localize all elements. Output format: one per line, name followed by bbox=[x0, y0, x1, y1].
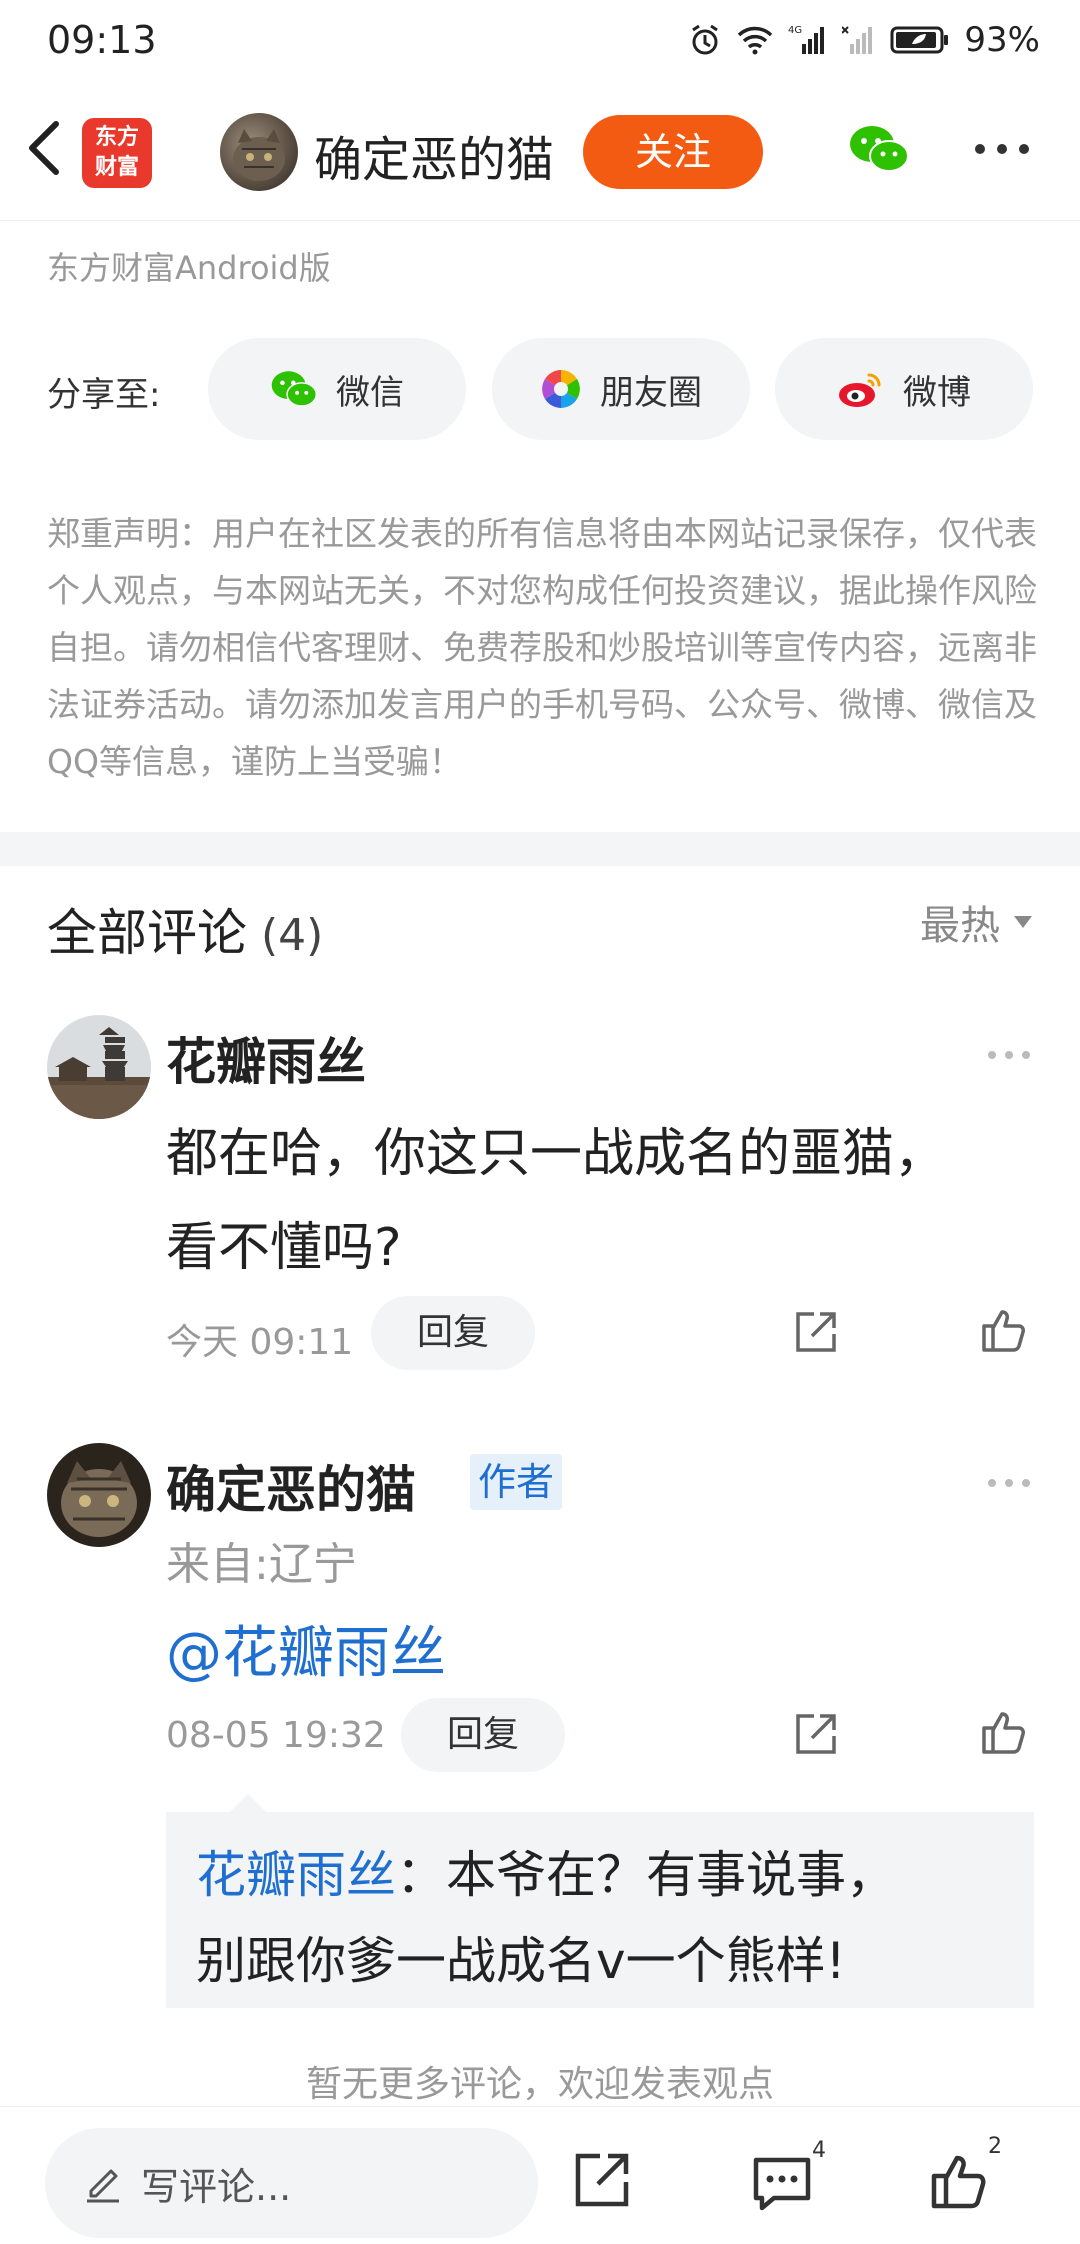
share-label: 分享至: bbox=[47, 375, 161, 415]
comment-count-badge: 4 bbox=[812, 2138, 826, 2163]
network-label: 4G bbox=[788, 25, 802, 36]
sort-label: 最热 bbox=[920, 903, 1000, 949]
post-source: 东方财富Android版 bbox=[47, 249, 331, 287]
comment-username[interactable]: 确定恶的猫 bbox=[166, 1450, 416, 1522]
wechat-share-icon bbox=[271, 371, 318, 407]
comment-more-icon[interactable] bbox=[987, 1478, 1031, 1488]
author-avatar[interactable] bbox=[220, 113, 298, 191]
share-moments-label: 朋友圈 bbox=[600, 372, 702, 413]
battery-icon bbox=[890, 26, 949, 54]
like-icon[interactable] bbox=[930, 2150, 990, 2210]
mention-link[interactable]: @花瓣雨丝 bbox=[166, 1608, 446, 1689]
section-divider bbox=[0, 832, 1080, 866]
wifi-icon bbox=[738, 26, 773, 55]
comment-text-line2: 看不懂吗? bbox=[166, 1218, 402, 1278]
share-moments-button[interactable]: 朋友圈 bbox=[492, 338, 750, 440]
comment-text-line1: 都在哈，你这只一战成名的噩猫， bbox=[166, 1124, 947, 1184]
share-icon[interactable] bbox=[572, 2150, 632, 2210]
pencil-icon bbox=[87, 2169, 119, 2203]
moments-icon bbox=[542, 370, 580, 408]
app-logo[interactable]: 东方 财富 bbox=[82, 118, 152, 188]
header-divider bbox=[0, 220, 1080, 221]
bottom-divider bbox=[0, 2106, 1080, 2107]
comments-heading: 全部评论 (4) bbox=[47, 893, 323, 965]
status-time: 09:13 bbox=[47, 18, 157, 62]
comment-time: 今天 09:11 bbox=[166, 1322, 354, 1363]
pagoda-avatar-image bbox=[47, 1015, 151, 1119]
share-wechat-button[interactable]: 微信 bbox=[208, 338, 466, 440]
comments-count: (4) bbox=[261, 910, 324, 961]
quoted-text-line2: 别跟你爹一战成名v一个熊样! bbox=[196, 1932, 846, 1990]
like-icon[interactable] bbox=[980, 1708, 1028, 1756]
share-icon[interactable] bbox=[792, 1308, 840, 1356]
logo-line1: 东方 bbox=[94, 125, 139, 150]
disclaimer-text: 郑重声明：用户在社区发表的所有信息将由本网站记录保存，仅代表个人观点，与本网站无… bbox=[47, 514, 1037, 781]
more-icon[interactable] bbox=[974, 143, 1030, 155]
logo-line2: 财富 bbox=[94, 155, 139, 180]
comment-time: 08-05 19:32 bbox=[166, 1715, 386, 1756]
quoted-username[interactable]: 花瓣雨丝 bbox=[196, 1846, 396, 1904]
quote-pointer bbox=[230, 1794, 266, 1812]
wechat-icon[interactable] bbox=[848, 123, 910, 175]
author-badge: 作者 bbox=[470, 1454, 563, 1510]
header-author-name[interactable]: 确定恶的猫 bbox=[314, 120, 554, 190]
back-icon[interactable] bbox=[22, 118, 66, 178]
quoted-text-line1: ：本爷在？有事说事， bbox=[396, 1846, 896, 1904]
cat-avatar-image bbox=[47, 1443, 151, 1547]
reply-button[interactable]: 回复 bbox=[401, 1698, 565, 1772]
dropdown-triangle-icon bbox=[1014, 916, 1032, 928]
like-count-badge: 2 bbox=[988, 2134, 1002, 2159]
battery-percent: 93% bbox=[964, 20, 1040, 60]
like-icon[interactable] bbox=[980, 1306, 1028, 1354]
comment-text: 都在哈，你这只一战成名的噩猫， 看不懂吗? bbox=[166, 1107, 946, 1295]
no-more-comments: 暂无更多评论，欢迎发表观点 bbox=[305, 2064, 774, 2105]
follow-button[interactable]: 关注 bbox=[583, 115, 763, 189]
share-icon[interactable] bbox=[792, 1710, 840, 1758]
cat-avatar-image bbox=[233, 129, 285, 181]
comment-region: 来自:辽宁 bbox=[166, 1539, 357, 1590]
comments-title: 全部评论 bbox=[47, 904, 247, 962]
alarm-icon bbox=[692, 24, 719, 55]
write-comment-placeholder: 写评论... bbox=[141, 2164, 292, 2209]
comment-icon[interactable] bbox=[752, 2154, 812, 2214]
comment-avatar[interactable] bbox=[47, 1015, 151, 1119]
cellular-signal-2-icon bbox=[842, 26, 873, 54]
sort-dropdown[interactable]: 最热 bbox=[920, 893, 1032, 951]
cellular-signal-icon: 4G bbox=[788, 25, 825, 54]
share-weibo-label: 微博 bbox=[903, 372, 971, 413]
status-icons: 4G 93% bbox=[688, 20, 1040, 60]
comment-more-icon[interactable] bbox=[987, 1050, 1031, 1060]
share-weibo-button[interactable]: 微博 bbox=[775, 338, 1033, 440]
comment-avatar[interactable] bbox=[47, 1443, 151, 1547]
write-comment-input[interactable]: 写评论... bbox=[45, 2128, 538, 2238]
quoted-reply-text: 花瓣雨丝：本爷在？有事说事， 别跟你爹一战成名v一个熊样! bbox=[196, 1832, 1016, 2004]
share-wechat-label: 微信 bbox=[336, 372, 404, 413]
reply-button[interactable]: 回复 bbox=[371, 1296, 535, 1370]
comment-username[interactable]: 花瓣雨丝 bbox=[166, 1022, 366, 1094]
weibo-icon bbox=[839, 373, 881, 407]
